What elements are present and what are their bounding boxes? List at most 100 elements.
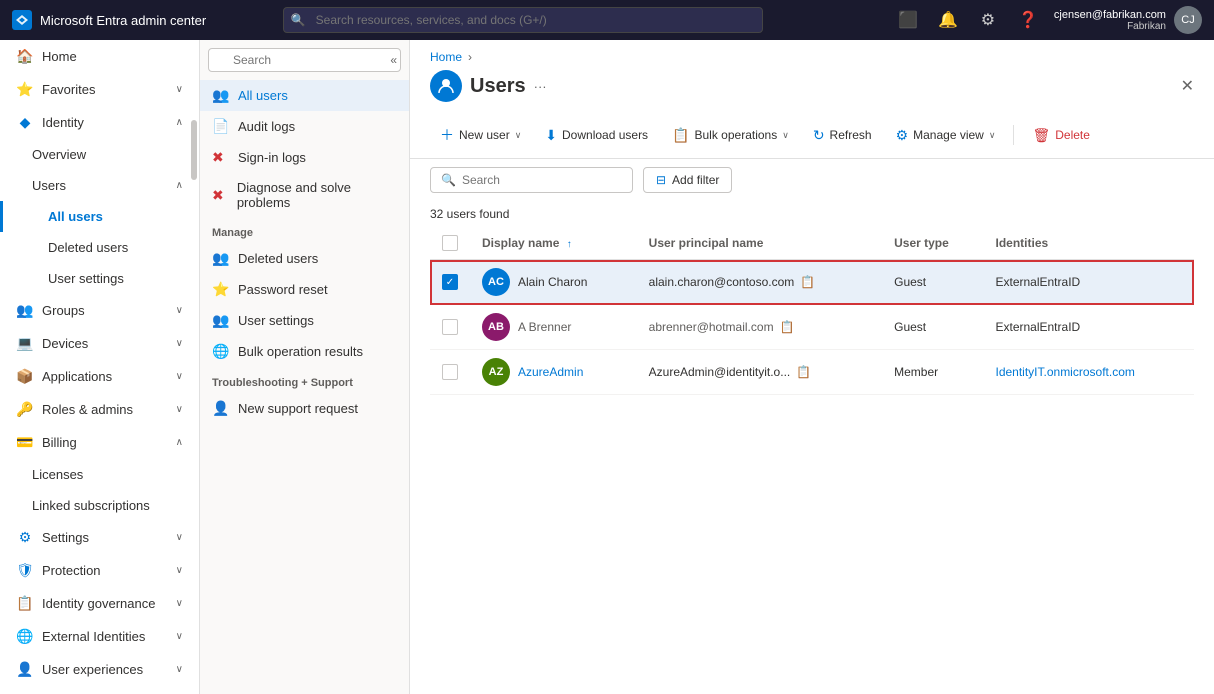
breadcrumb-home[interactable]: Home — [430, 50, 462, 64]
sidebar-item-identity[interactable]: ◆ Identity ∧ — [0, 106, 199, 139]
sidebar-item-users[interactable]: Users ∧ — [0, 170, 199, 201]
row-checkbox-0[interactable]: ✓ — [442, 274, 458, 290]
left-panel-search-input[interactable] — [208, 48, 401, 72]
help-button[interactable]: ❓ — [1014, 6, 1042, 34]
left-panel-item-bulk-results[interactable]: 🌐 Bulk operation results — [200, 336, 409, 367]
new-user-button[interactable]: ＋ New user ∨ — [430, 120, 531, 150]
sidebar-item-protection[interactable]: 🛡 Protection ∨ — [0, 554, 199, 587]
copy-upn-icon[interactable]: 📋 — [800, 275, 815, 289]
left-panel-item-all-users[interactable]: 👥 All users — [200, 80, 409, 111]
new-user-icon: ＋ — [440, 125, 454, 145]
table-search-input[interactable] — [462, 173, 622, 187]
global-search[interactable]: 🔍 — [283, 7, 763, 33]
page-options-button[interactable]: ··· — [534, 79, 547, 94]
diagnose-icon: ✖ — [212, 187, 229, 204]
help-icon: ❓ — [1018, 10, 1038, 30]
collapse-panel-button[interactable]: « — [390, 53, 397, 67]
sidebar-item-linked-subscriptions[interactable]: Linked subscriptions — [0, 490, 199, 521]
users-icon — [437, 77, 455, 95]
identity-value: ExternalEntraID — [995, 320, 1080, 334]
sidebar-item-deleted-users[interactable]: Deleted users — [0, 232, 199, 263]
content-area: 🔍 « 👥 All users 📄 Audit logs ✖ Sign-in l… — [200, 40, 1214, 694]
sidebar-item-settings[interactable]: ⚙ Settings ∨ — [0, 521, 199, 554]
row-user-type-2: Member — [882, 350, 983, 395]
col-identities[interactable]: Identities — [983, 227, 1194, 260]
user-profile[interactable]: cjensen@fabrikan.com Fabrikan CJ — [1054, 6, 1202, 34]
global-search-input[interactable] — [283, 7, 763, 33]
user-name[interactable]: Alain Charon — [518, 275, 587, 289]
select-all-checkbox[interactable] — [442, 235, 458, 251]
notifications-bell[interactable]: 🔔 — [934, 6, 962, 34]
favorites-icon: ⭐ — [16, 81, 34, 98]
bulk-operations-button[interactable]: 📋 Bulk operations ∨ — [662, 122, 799, 149]
users-page-icon — [430, 70, 462, 102]
sidebar-item-groups[interactable]: 👥 Groups ∨ — [0, 294, 199, 327]
manage-view-button[interactable]: ⚙ Manage view ∨ — [886, 122, 1006, 149]
sidebar-item-devices[interactable]: 💻 Devices ∨ — [0, 327, 199, 360]
col-user-type[interactable]: User type — [882, 227, 983, 260]
left-panel-item-new-support[interactable]: 👤 New support request — [200, 393, 409, 424]
identity-value[interactable]: IdentityIT.onmicrosoft.com — [995, 365, 1134, 379]
row-checkbox-2[interactable] — [442, 364, 458, 380]
protection-chevron: ∨ — [176, 565, 183, 576]
table-search-wrap: 🔍 — [430, 167, 633, 193]
left-panel-label-new-support: New support request — [238, 401, 358, 416]
sidebar-label-overview: Overview — [32, 147, 86, 162]
close-panel-button[interactable]: ✕ — [1181, 76, 1194, 96]
row-checkbox-1[interactable] — [442, 319, 458, 335]
users-chevron: ∧ — [176, 180, 183, 191]
left-panel-item-password-reset[interactable]: ⭐ Password reset — [200, 274, 409, 305]
left-panel-item-user-settings-manage[interactable]: 👥 User settings — [200, 305, 409, 336]
sidebar-item-user-experiences[interactable]: 👤 User experiences ∨ — [0, 653, 199, 686]
copy-upn-icon[interactable]: 📋 — [796, 365, 811, 379]
sidebar-item-home[interactable]: 🏠 Home — [0, 40, 199, 73]
left-panel-item-sign-in-logs[interactable]: ✖ Sign-in logs — [200, 142, 409, 173]
left-panel-search-wrap: 🔍 « — [200, 40, 409, 80]
sidebar-label-deleted-users: Deleted users — [48, 240, 128, 255]
sidebar-label-devices: Devices — [42, 336, 88, 351]
notifications-button[interactable]: ⬛ — [894, 6, 922, 34]
sidebar-label-favorites: Favorites — [42, 82, 95, 97]
sidebar-item-external-identities[interactable]: 🌐 External Identities ∨ — [0, 620, 199, 653]
left-panel-item-deleted-users[interactable]: 👥 Deleted users — [200, 243, 409, 274]
identity-chevron: ∧ — [176, 117, 183, 128]
bulk-chevron: ∨ — [782, 130, 789, 141]
user-avatar: CJ — [1174, 6, 1202, 34]
sidebar-item-licenses[interactable]: Licenses — [0, 459, 199, 490]
left-panel-item-diagnose[interactable]: ✖ Diagnose and solve problems — [200, 173, 409, 217]
manage-user-settings-icon: 👥 — [212, 312, 230, 329]
sidebar-label-protection: Protection — [42, 563, 101, 578]
sidebar-label-identity: Identity — [42, 115, 84, 130]
user-name[interactable]: A Brenner — [518, 320, 571, 334]
table-row: ABA Brennerabrenner@hotmail.com📋GuestExt… — [430, 305, 1194, 350]
col-display-name[interactable]: Display name ↑ — [470, 227, 637, 260]
sidebar-item-applications[interactable]: 📦 Applications ∨ — [0, 360, 199, 393]
sidebar-item-overview[interactable]: Overview — [0, 139, 199, 170]
sidebar-item-billing[interactable]: 💳 Billing ∧ — [0, 426, 199, 459]
refresh-button[interactable]: ↻ Refresh — [803, 122, 882, 149]
home-icon: 🏠 — [16, 48, 34, 65]
sidebar-item-identity-governance[interactable]: 📋 Identity governance ∨ — [0, 587, 199, 620]
sidebar: 🏠 Home ⭐ Favorites ∨ ◆ Identity ∧ Overvi… — [0, 40, 200, 694]
download-users-button[interactable]: ⬇ Download users — [535, 122, 658, 149]
col-upn[interactable]: User principal name — [637, 227, 882, 260]
copy-upn-icon[interactable]: 📋 — [780, 320, 795, 334]
entra-logo-icon — [12, 10, 32, 30]
user-name[interactable]: AzureAdmin — [518, 365, 583, 379]
add-filter-button[interactable]: ⊟ Add filter — [643, 167, 732, 193]
sidebar-item-roles[interactable]: 🔑 Roles & admins ∨ — [0, 393, 199, 426]
settings-button[interactable]: ⚙ — [974, 6, 1002, 34]
refresh-icon: ↻ — [813, 127, 825, 144]
left-panel-item-audit-logs[interactable]: 📄 Audit logs — [200, 111, 409, 142]
row-display-name-2: AZAzureAdmin — [470, 350, 637, 395]
bulk-icon: 📋 — [672, 127, 689, 144]
select-all-header[interactable] — [430, 227, 470, 260]
sidebar-item-all-users[interactable]: All users — [0, 201, 199, 232]
left-panel-label-diagnose: Diagnose and solve problems — [237, 180, 397, 210]
row-display-name-0: ACAlain Charon — [470, 260, 637, 305]
sidebar-item-learn-support[interactable]: ❓ Learn & support ∧ — [0, 686, 199, 694]
sidebar-item-favorites[interactable]: ⭐ Favorites ∨ — [0, 73, 199, 106]
delete-button[interactable]: 🗑 Delete — [1022, 122, 1099, 149]
sidebar-item-user-settings[interactable]: User settings — [0, 263, 199, 294]
row-user-type-1: Guest — [882, 305, 983, 350]
